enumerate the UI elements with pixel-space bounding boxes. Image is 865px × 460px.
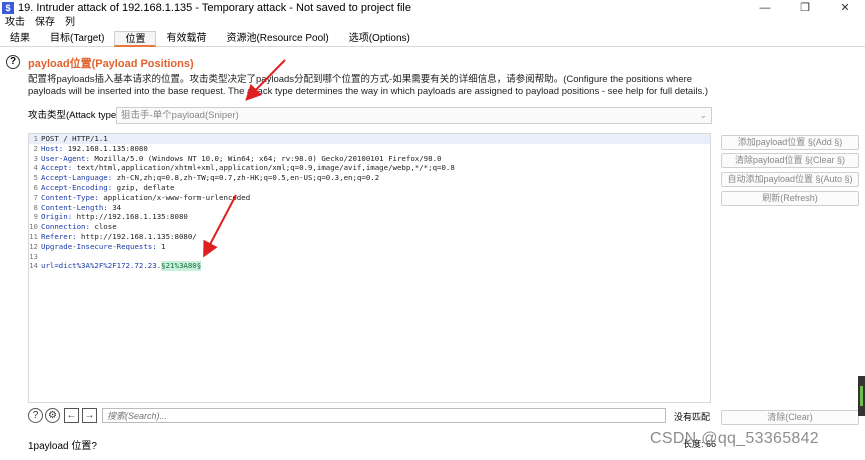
request-line: 13 [29,252,710,262]
request-editor[interactable]: 1 POST / HTTP/1.1 2 Host: 192.168.1.135:80… [28,133,711,403]
payload-position-count: 1payload 位置? [28,441,97,452]
header-value: 34 [107,202,122,212]
header-name: Content-Length: [41,202,108,212]
header-name: Accept: [41,163,73,173]
header-value: Mozilla/5.0 (Windows NT 10.0; Win64; x64… [89,153,442,163]
body-param: url=dict%3A%2F%2F172.72.23. [41,261,162,271]
header-name: User-Agent: [41,153,90,163]
tab-payloads[interactable]: 有效载荷 [156,31,216,47]
request-line: 5 Accept-Language: zh-CN,zh;q=0.8,zh-TW;q… [29,173,710,183]
line-number: 8 [33,202,38,212]
line-number: 2 [33,143,38,153]
minimize-button[interactable]: — [745,0,785,16]
close-button[interactable]: ✕ [825,0,865,16]
line-number: 11 [29,231,38,241]
line-number: 5 [33,173,38,183]
search-input[interactable] [102,408,666,423]
menu-save[interactable]: 保存 [30,16,60,30]
help-icon[interactable]: ? [28,408,43,423]
auto-payload-positions-button[interactable]: 自动添加payload位置 §(Auto §) [721,172,859,187]
header-name: Upgrade-Insecure-Requests: [41,241,157,251]
tab-positions[interactable]: 位置 [114,31,157,47]
request-line: 10 Connection: close [29,222,710,232]
tab-target[interactable]: 目标(Target) [40,31,114,47]
menu-attack[interactable]: 攻击 [0,16,30,30]
window-title: 19. Intruder attack of 192.168.1.135 - T… [18,2,411,14]
line-number: 10 [29,222,38,232]
request-line: 4 Accept: text/html,application/xhtml+xml… [29,163,710,173]
request-line: 3 User-Agent: Mozilla/5.0 (Windows NT 10.… [29,154,710,164]
line-number: 14 [29,261,38,271]
header-name: Referer: [41,231,77,241]
header-name: Accept-Encoding: [41,182,113,192]
watermark: CSDN @qq_53365842 [650,430,820,447]
maximize-button[interactable]: ❐ [785,0,825,16]
request-line: 2 Host: 192.168.1.135:8080 [29,144,710,154]
request-line: 11 Referer: http://192.168.1.135:8080/ [29,232,710,242]
header-name: Host: [41,143,64,153]
request-line: 8 Content-Length: 34 [29,203,710,213]
refresh-button[interactable]: 刷新(Refresh) [721,191,859,206]
header-value: text/html,application/xhtml+xml,applicat… [72,163,455,173]
menu-columns[interactable]: 列 [60,16,80,30]
attack-type-label: 攻击类型(Attack type): [28,110,122,121]
header-value: close [89,222,117,232]
line-number: 3 [33,153,38,163]
header-value: http://192.168.1.135:8080/ [76,231,197,241]
header-value: 1 [156,241,166,251]
attack-type-value: 狙击手-单个payload(Sniper) [121,110,239,121]
header-name: Origin: [41,212,73,222]
header-value: 192.168.1.135:8080 [63,143,148,153]
add-payload-position-button[interactable]: 添加payload位置 §(Add §) [721,135,859,150]
forward-arrow-icon[interactable]: → [82,408,97,423]
back-arrow-icon[interactable]: ← [64,408,79,423]
tab-results[interactable]: 结果 [0,31,40,47]
side-widget [858,376,865,416]
tab-options[interactable]: 选项(Options) [339,31,420,47]
header-value: gzip, deflate [112,182,175,192]
help-icon[interactable]: ? [6,55,20,69]
match-count: 没有匹配 [674,412,711,422]
header-value: POST / HTTP/1.1 [41,134,108,143]
section-title: payload位置(Payload Positions) [28,58,194,70]
line-number: 6 [33,182,38,192]
line-number: 9 [33,212,38,222]
payload-position-marker[interactable]: §21%3A80§ [161,261,202,272]
attack-type-select[interactable]: 狙击手-单个payload(Sniper) ⌄ [116,107,712,124]
window-controls: — ❐ ✕ [745,0,865,16]
header-value: application/x-www-form-urlencoded [98,192,251,202]
request-line: 9 Origin: http://192.168.1.135:8080 [29,212,710,222]
section-description: 配置将payloads插入基本请求的位置。攻击类型决定了payloads分配到哪… [28,74,708,97]
line-number: 12 [29,241,38,251]
window-titlebar: $ 19. Intruder attack of 192.168.1.135 -… [0,0,865,16]
clear-payload-positions-button[interactable]: 清除payload位置 §(Clear §) [721,153,859,168]
line-number: 13 [29,251,38,261]
request-body-line: 14 url=dict%3A%2F%2F172.72.23. §21%3A80§ [29,261,710,272]
menu-bar: 攻击 保存 列 [0,16,865,30]
line-number: 7 [33,192,38,202]
chevron-down-icon: ⌄ [699,110,707,120]
header-name: Content-Type: [41,192,99,202]
header-name: Connection: [41,222,90,232]
tab-bar: 结果 目标(Target) 位置 有效载荷 资源池(Resource Pool)… [0,31,865,47]
burp-icon: $ [2,2,14,14]
clear-button[interactable]: 清除(Clear) [721,410,859,425]
tab-resource-pool[interactable]: 资源池(Resource Pool) [216,31,338,47]
request-line: 6 Accept-Encoding: gzip, deflate [29,183,710,193]
request-line: 1 POST / HTTP/1.1 [29,134,710,144]
request-line: 7 Content-Type: application/x-www-form-ur… [29,193,710,203]
line-number: 1 [33,134,38,143]
request-line: 12 Upgrade-Insecure-Requests: 1 [29,242,710,252]
gear-icon[interactable]: ⚙ [45,408,60,423]
header-value: http://192.168.1.135:8080 [72,212,188,222]
header-value: zh-CN,zh;q=0.8,zh-TW;q=0.7,zh-HK;q=0.5,e… [112,173,380,183]
header-name: Accept-Language: [41,173,113,183]
line-number: 4 [33,163,38,173]
